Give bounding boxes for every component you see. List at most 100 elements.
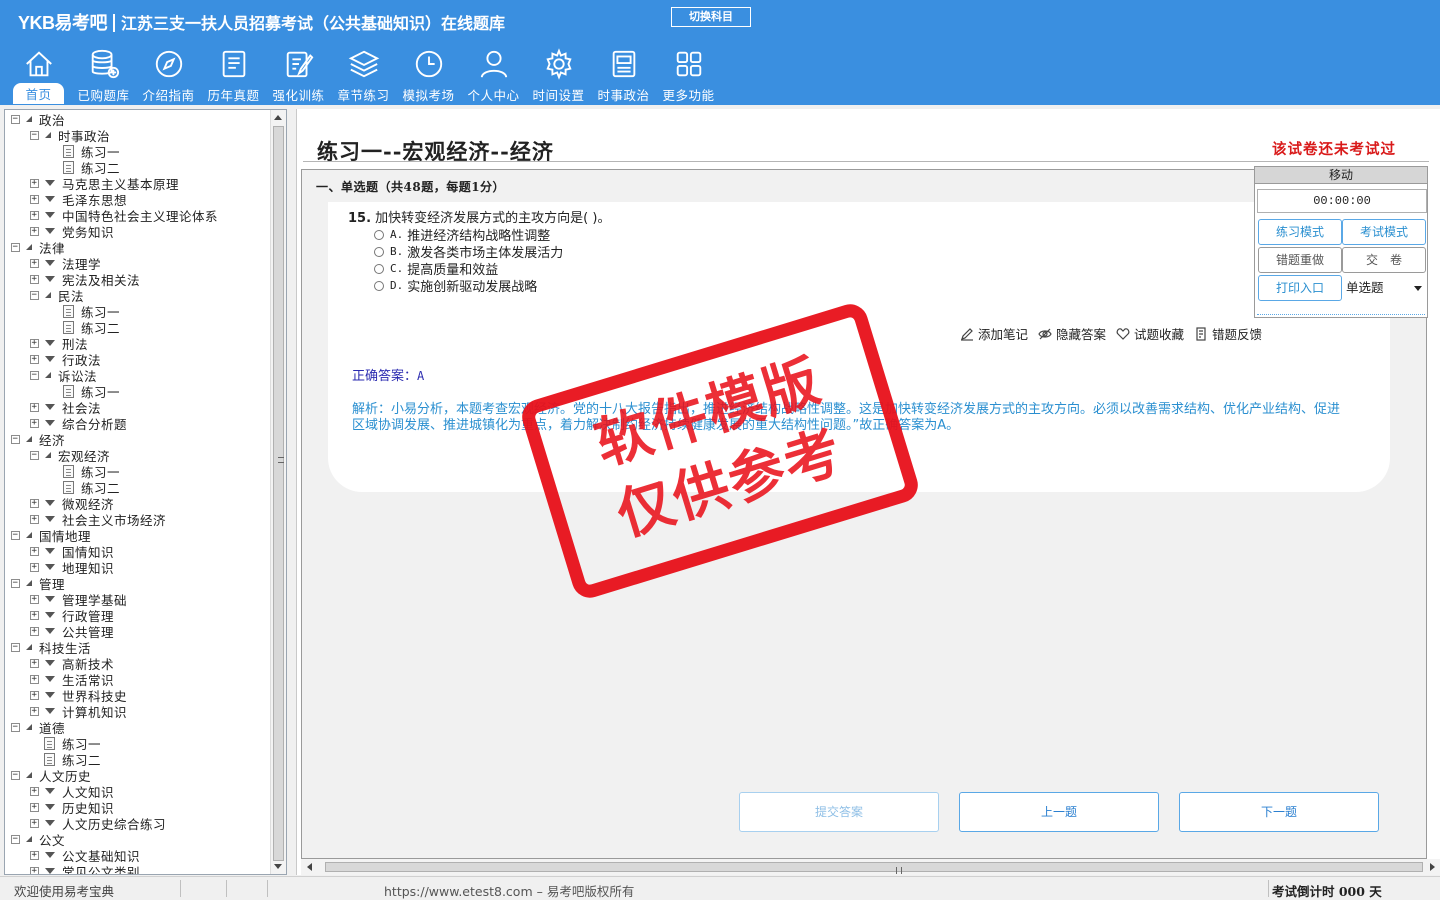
folder-triangle-icon (26, 244, 32, 250)
radio-icon[interactable] (374, 229, 384, 240)
expand-icon[interactable]: + (30, 626, 39, 636)
folder-triangle-icon (45, 708, 55, 714)
scroll-up-icon[interactable] (274, 115, 282, 120)
collapse-icon[interactable]: − (11, 770, 20, 780)
add-note-button[interactable]: 添加笔记 (960, 324, 1028, 343)
toolbar-chapters[interactable]: 章节练习 (331, 46, 396, 104)
tree-node[interactable]: − 法律 (11, 239, 65, 256)
collapse-icon[interactable]: − (11, 642, 20, 652)
collapse-icon[interactable]: − (30, 290, 39, 300)
switch-subject-button[interactable]: 切换科目 (671, 7, 751, 27)
tree-node[interactable]: − 经济 (11, 431, 65, 448)
panel-move-handle[interactable]: 移动 (1255, 167, 1427, 184)
clock-icon (415, 50, 442, 78)
expand-icon[interactable]: + (30, 354, 39, 364)
horizontal-scrollbar[interactable] (301, 859, 1440, 875)
scroll-down-icon[interactable] (274, 864, 282, 869)
tree-node[interactable]: − 管理 (11, 575, 65, 592)
collapse-icon[interactable]: − (11, 722, 20, 732)
scroll-left-icon[interactable] (307, 863, 312, 871)
folder-triangle-icon (45, 820, 55, 826)
expand-icon[interactable]: + (30, 178, 39, 188)
next-question-button[interactable]: 下一题 (1179, 792, 1379, 832)
expand-icon[interactable]: + (30, 786, 39, 796)
tree-node[interactable]: − 公文 (11, 831, 65, 848)
tree-node[interactable]: + 宪法及相关法 (30, 271, 140, 288)
expand-icon[interactable]: + (30, 210, 39, 220)
tree-node[interactable]: − 民法 (30, 287, 84, 304)
toolbar-profile[interactable]: 个人中心 (461, 46, 526, 104)
expand-icon[interactable]: + (30, 562, 39, 572)
app-header: YKB易考吧 江苏三支一扶人员招募考试（公共基础知识）在线题库 切换科目 首页 已… (0, 0, 1440, 105)
toolbar-mock-exam[interactable]: 模拟考场 (396, 46, 461, 104)
print-button[interactable]: 打印入口 (1258, 275, 1342, 301)
collapse-icon[interactable]: − (11, 578, 20, 588)
expand-icon[interactable]: + (30, 546, 39, 556)
expand-icon[interactable]: + (30, 274, 39, 284)
tree-node[interactable]: − 政治 (11, 111, 65, 128)
expand-icon[interactable]: + (30, 850, 39, 860)
toolbar-home[interactable]: 首页 (6, 46, 71, 104)
toolbar-past-papers[interactable]: 历年真题 (201, 46, 266, 104)
expand-icon[interactable]: + (30, 658, 39, 668)
folder-triangle-icon (26, 772, 32, 778)
toolbar-purchased[interactable]: 已购题库 (71, 46, 136, 104)
report-error-button[interactable]: 错题反馈 (1194, 324, 1262, 343)
tree-node[interactable]: + 常见公文类别 (30, 863, 140, 874)
toolbar-time-settings[interactable]: 时间设置 (526, 46, 591, 104)
expand-icon[interactable]: + (30, 818, 39, 828)
collapse-icon[interactable]: − (11, 834, 20, 844)
redo-wrong-button[interactable]: 错题重做 (1258, 247, 1342, 273)
expand-icon[interactable]: + (30, 594, 39, 604)
expand-icon[interactable]: + (30, 402, 39, 412)
prev-question-button[interactable]: 上一题 (959, 792, 1159, 832)
hide-answer-button[interactable]: 隐藏答案 (1038, 324, 1106, 343)
horizontal-scroll-thumb[interactable] (325, 862, 1423, 874)
tool-label: 添加笔记 (978, 327, 1029, 342)
tree-scrollbar[interactable] (270, 110, 286, 874)
scroll-right-icon[interactable] (1430, 863, 1435, 871)
favorite-button[interactable]: 试题收藏 (1116, 324, 1184, 343)
tree-node[interactable]: − 道德 (11, 719, 65, 736)
collapse-icon[interactable]: − (30, 370, 39, 380)
expand-icon[interactable]: + (30, 610, 39, 620)
expand-icon[interactable]: + (30, 706, 39, 716)
expand-icon[interactable]: + (30, 514, 39, 524)
expand-icon[interactable]: + (30, 674, 39, 684)
toolbar-label: 已购题库 (77, 88, 130, 103)
radio-icon[interactable] (374, 280, 384, 291)
option-d[interactable]: D. 实施创新驱动发展战略 (374, 276, 537, 295)
document-icon (63, 384, 74, 398)
radio-icon[interactable] (374, 263, 384, 274)
collapse-icon[interactable]: − (11, 114, 20, 124)
expand-icon[interactable]: + (30, 802, 39, 812)
hand-in-button[interactable]: 交 卷 (1342, 247, 1426, 273)
expand-icon[interactable]: + (30, 498, 39, 508)
tree-scroll-thumb[interactable] (273, 126, 284, 861)
toolbar-training[interactable]: 强化训练 (266, 46, 331, 104)
expand-icon[interactable]: + (30, 418, 39, 428)
exam-mode-button[interactable]: 考试模式 (1342, 219, 1426, 245)
collapse-icon[interactable]: − (11, 530, 20, 540)
collapse-icon[interactable]: − (11, 242, 20, 252)
expand-icon[interactable]: + (30, 866, 39, 874)
collapse-icon[interactable]: − (30, 130, 39, 140)
collapse-icon[interactable]: − (30, 450, 39, 460)
submit-answer-button[interactable]: 提交答案 (739, 792, 939, 832)
practice-mode-button[interactable]: 练习模式 (1258, 219, 1342, 245)
toolbar-more[interactable]: 更多功能 (656, 46, 721, 104)
expand-icon[interactable]: + (30, 194, 39, 204)
tree-node[interactable]: + 中国特色社会主义理论体系 (30, 207, 218, 224)
expand-icon[interactable]: + (30, 690, 39, 700)
radio-icon[interactable] (374, 246, 384, 257)
toolbar-guide[interactable]: 介绍指南 (136, 46, 201, 104)
document-icon (44, 736, 55, 750)
expand-icon[interactable]: + (30, 258, 39, 268)
expand-icon[interactable]: + (30, 226, 39, 236)
expand-icon[interactable]: + (30, 338, 39, 348)
main-toolbar: 首页 已购题库 介绍指南 历年真题 强化训练 章节练习 模拟考场 个人中心 时间… (6, 46, 721, 104)
folder-triangle-icon (45, 676, 55, 682)
collapse-icon[interactable]: − (11, 434, 20, 444)
question-type-select[interactable]: 单选题 (1343, 275, 1427, 301)
toolbar-current-affairs[interactable]: 时事政治 (591, 46, 656, 104)
